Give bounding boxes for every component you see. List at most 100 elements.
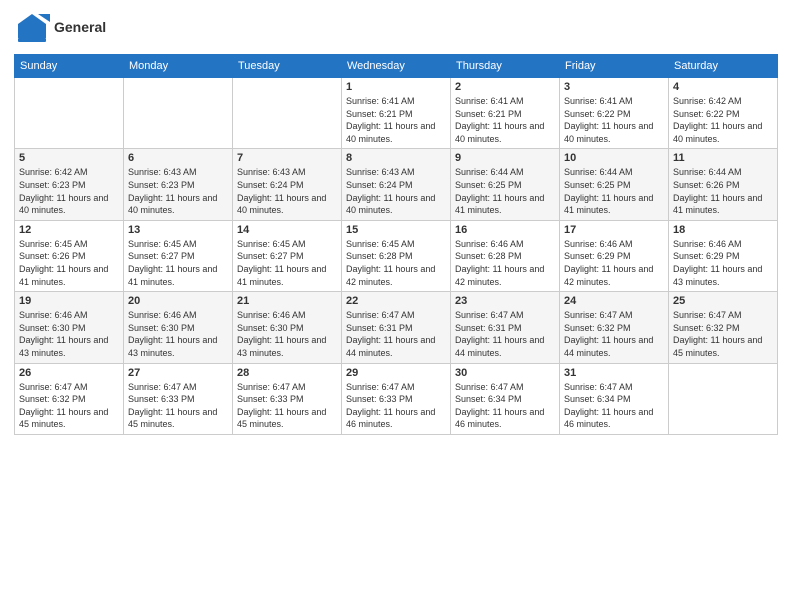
day-number: 12 xyxy=(19,224,119,236)
calendar-cell: 24 Sunrise: 6:47 AMSunset: 6:32 PMDayligh… xyxy=(560,292,669,363)
day-info: Sunrise: 6:46 AMSunset: 6:30 PMDaylight:… xyxy=(19,309,119,359)
day-info: Sunrise: 6:42 AMSunset: 6:22 PMDaylight:… xyxy=(673,95,773,145)
day-info: Sunrise: 6:46 AMSunset: 6:29 PMDaylight:… xyxy=(564,238,664,288)
day-number: 2 xyxy=(455,81,555,93)
day-number: 13 xyxy=(128,224,228,236)
calendar-cell: 14 Sunrise: 6:45 AMSunset: 6:27 PMDayligh… xyxy=(233,220,342,291)
calendar-week-row: 26 Sunrise: 6:47 AMSunset: 6:32 PMDayligh… xyxy=(15,363,778,434)
day-info: Sunrise: 6:44 AMSunset: 6:25 PMDaylight:… xyxy=(455,166,555,216)
calendar-cell: 21Sunrise: 6:46 AMSunset: 6:30 PMDayligh… xyxy=(233,292,342,363)
calendar-cell: 5 Sunrise: 6:42 AMSunset: 6:23 PMDaylight… xyxy=(15,149,124,220)
calendar-cell: 20 Sunrise: 6:46 AMSunset: 6:30 PMDayligh… xyxy=(124,292,233,363)
day-number: 23 xyxy=(455,295,555,307)
day-info: Sunrise: 6:43 AMSunset: 6:24 PMDaylight:… xyxy=(237,166,337,216)
day-info: Sunrise: 6:47 AMSunset: 6:31 PMDaylight:… xyxy=(346,309,446,359)
calendar-cell: 17Sunrise: 6:46 AMSunset: 6:29 PMDayligh… xyxy=(560,220,669,291)
day-info: Sunrise: 6:45 AMSunset: 6:26 PMDaylight:… xyxy=(19,238,119,288)
calendar-week-row: 19Sunrise: 6:46 AMSunset: 6:30 PMDayligh… xyxy=(15,292,778,363)
calendar-cell: 7 Sunrise: 6:43 AMSunset: 6:24 PMDaylight… xyxy=(233,149,342,220)
weekday-header-monday: Monday xyxy=(124,55,233,78)
day-info: Sunrise: 6:42 AMSunset: 6:23 PMDaylight:… xyxy=(19,166,119,216)
day-number: 1 xyxy=(346,81,446,93)
day-number: 5 xyxy=(19,152,119,164)
day-number: 6 xyxy=(128,152,228,164)
calendar-cell: 16Sunrise: 6:46 AMSunset: 6:28 PMDayligh… xyxy=(451,220,560,291)
day-info: Sunrise: 6:46 AMSunset: 6:30 PMDaylight:… xyxy=(128,309,228,359)
day-number: 8 xyxy=(346,152,446,164)
day-number: 27 xyxy=(128,367,228,379)
day-info: Sunrise: 6:47 AMSunset: 6:34 PMDaylight:… xyxy=(564,381,664,431)
calendar-cell: 18 Sunrise: 6:46 AMSunset: 6:29 PMDayligh… xyxy=(669,220,778,291)
weekday-header-wednesday: Wednesday xyxy=(342,55,451,78)
day-number: 30 xyxy=(455,367,555,379)
day-info: Sunrise: 6:41 AMSunset: 6:22 PMDaylight:… xyxy=(564,95,664,145)
calendar-cell: 29 Sunrise: 6:47 AMSunset: 6:33 PMDayligh… xyxy=(342,363,451,434)
calendar-week-row: 5 Sunrise: 6:42 AMSunset: 6:23 PMDaylight… xyxy=(15,149,778,220)
day-number: 25 xyxy=(673,295,773,307)
calendar-cell: 22Sunrise: 6:47 AMSunset: 6:31 PMDayligh… xyxy=(342,292,451,363)
calendar-week-row: 12 Sunrise: 6:45 AMSunset: 6:26 PMDayligh… xyxy=(15,220,778,291)
calendar-cell: 10 Sunrise: 6:44 AMSunset: 6:25 PMDayligh… xyxy=(560,149,669,220)
day-number: 20 xyxy=(128,295,228,307)
calendar-cell: 27Sunrise: 6:47 AMSunset: 6:33 PMDayligh… xyxy=(124,363,233,434)
calendar-cell: 6 Sunrise: 6:43 AMSunset: 6:23 PMDaylight… xyxy=(124,149,233,220)
calendar-cell: 31 Sunrise: 6:47 AMSunset: 6:34 PMDayligh… xyxy=(560,363,669,434)
calendar-cell: 25 Sunrise: 6:47 AMSunset: 6:32 PMDayligh… xyxy=(669,292,778,363)
day-info: Sunrise: 6:47 AMSunset: 6:32 PMDaylight:… xyxy=(564,309,664,359)
calendar-cell: 30 Sunrise: 6:47 AMSunset: 6:34 PMDayligh… xyxy=(451,363,560,434)
calendar-cell xyxy=(124,78,233,149)
day-number: 14 xyxy=(237,224,337,236)
weekday-header-tuesday: Tuesday xyxy=(233,55,342,78)
day-info: Sunrise: 6:45 AMSunset: 6:27 PMDaylight:… xyxy=(128,238,228,288)
weekday-header-row: SundayMondayTuesdayWednesdayThursdayFrid… xyxy=(15,55,778,78)
day-number: 26 xyxy=(19,367,119,379)
calendar-cell: 9 Sunrise: 6:44 AMSunset: 6:25 PMDaylight… xyxy=(451,149,560,220)
calendar-cell: 1Sunrise: 6:41 AMSunset: 6:21 PMDaylight… xyxy=(342,78,451,149)
calendar-cell: 15 Sunrise: 6:45 AMSunset: 6:28 PMDayligh… xyxy=(342,220,451,291)
day-number: 3 xyxy=(564,81,664,93)
calendar-cell xyxy=(669,363,778,434)
day-number: 28 xyxy=(237,367,337,379)
day-number: 31 xyxy=(564,367,664,379)
day-info: Sunrise: 6:45 AMSunset: 6:28 PMDaylight:… xyxy=(346,238,446,288)
day-info: Sunrise: 6:43 AMSunset: 6:24 PMDaylight:… xyxy=(346,166,446,216)
day-info: Sunrise: 6:47 AMSunset: 6:34 PMDaylight:… xyxy=(455,381,555,431)
day-number: 9 xyxy=(455,152,555,164)
calendar-cell: 19Sunrise: 6:46 AMSunset: 6:30 PMDayligh… xyxy=(15,292,124,363)
calendar-cell: 26 Sunrise: 6:47 AMSunset: 6:32 PMDayligh… xyxy=(15,363,124,434)
logo-icon xyxy=(14,10,50,46)
calendar-cell: 13 Sunrise: 6:45 AMSunset: 6:27 PMDayligh… xyxy=(124,220,233,291)
logo-text: General xyxy=(54,20,106,35)
calendar-cell xyxy=(15,78,124,149)
day-info: Sunrise: 6:41 AMSunset: 6:21 PMDaylight:… xyxy=(455,95,555,145)
day-info: Sunrise: 6:47 AMSunset: 6:32 PMDaylight:… xyxy=(19,381,119,431)
day-number: 7 xyxy=(237,152,337,164)
calendar-cell: 11 Sunrise: 6:44 AMSunset: 6:26 PMDayligh… xyxy=(669,149,778,220)
calendar-cell: 3 Sunrise: 6:41 AMSunset: 6:22 PMDaylight… xyxy=(560,78,669,149)
header: General xyxy=(14,10,778,46)
day-info: Sunrise: 6:46 AMSunset: 6:29 PMDaylight:… xyxy=(673,238,773,288)
logo: General xyxy=(14,10,106,46)
day-info: Sunrise: 6:47 AMSunset: 6:33 PMDaylight:… xyxy=(346,381,446,431)
day-number: 11 xyxy=(673,152,773,164)
day-number: 18 xyxy=(673,224,773,236)
calendar-cell: 28 Sunrise: 6:47 AMSunset: 6:33 PMDayligh… xyxy=(233,363,342,434)
day-number: 10 xyxy=(564,152,664,164)
calendar-table: SundayMondayTuesdayWednesdayThursdayFrid… xyxy=(14,54,778,435)
weekday-header-friday: Friday xyxy=(560,55,669,78)
calendar-week-row: 1 Sunrise: 6:41 AMSunset: 6:21 PMDaylight… xyxy=(15,78,778,149)
day-info: Sunrise: 6:47 AMSunset: 6:31 PMDaylight:… xyxy=(455,309,555,359)
day-info: Sunrise: 6:44 AMSunset: 6:26 PMDaylight:… xyxy=(673,166,773,216)
day-number: 16 xyxy=(455,224,555,236)
day-info: Sunrise: 6:47 AMSunset: 6:32 PMDaylight:… xyxy=(673,309,773,359)
weekday-header-sunday: Sunday xyxy=(15,55,124,78)
day-info: Sunrise: 6:43 AMSunset: 6:23 PMDaylight:… xyxy=(128,166,228,216)
calendar-cell: 12 Sunrise: 6:45 AMSunset: 6:26 PMDayligh… xyxy=(15,220,124,291)
day-info: Sunrise: 6:47 AMSunset: 6:33 PMDaylight:… xyxy=(237,381,337,431)
day-info: Sunrise: 6:44 AMSunset: 6:25 PMDaylight:… xyxy=(564,166,664,216)
calendar-cell xyxy=(233,78,342,149)
day-number: 29 xyxy=(346,367,446,379)
day-number: 24 xyxy=(564,295,664,307)
day-info: Sunrise: 6:45 AMSunset: 6:27 PMDaylight:… xyxy=(237,238,337,288)
day-number: 15 xyxy=(346,224,446,236)
